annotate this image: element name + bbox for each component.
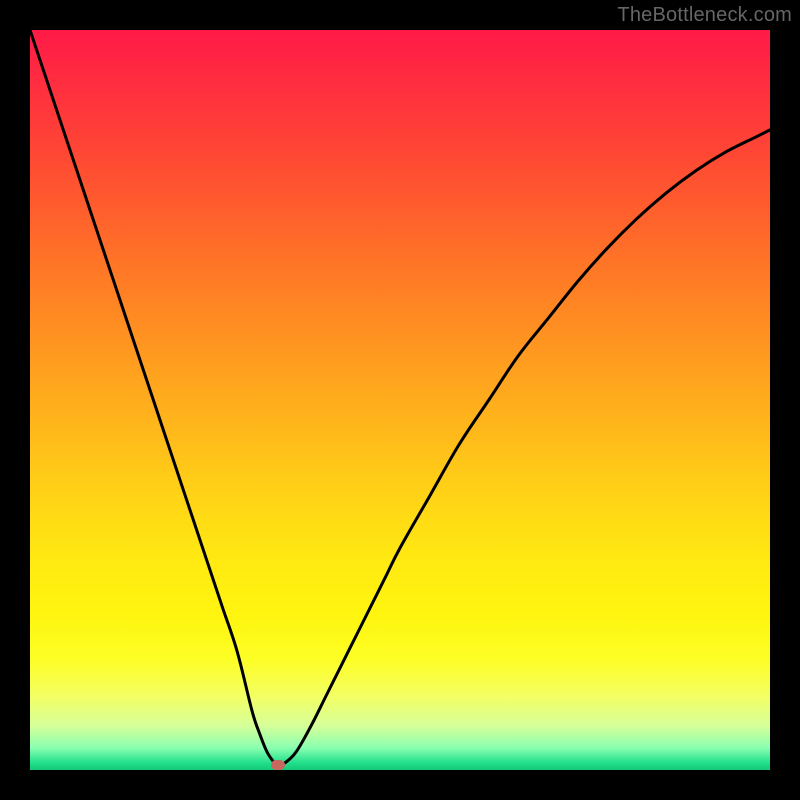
bottleneck-curve — [30, 30, 770, 770]
optimum-marker — [271, 760, 285, 770]
plot-area — [30, 30, 770, 770]
chart-frame: TheBottleneck.com — [0, 0, 800, 800]
watermark-text: TheBottleneck.com — [617, 4, 792, 27]
